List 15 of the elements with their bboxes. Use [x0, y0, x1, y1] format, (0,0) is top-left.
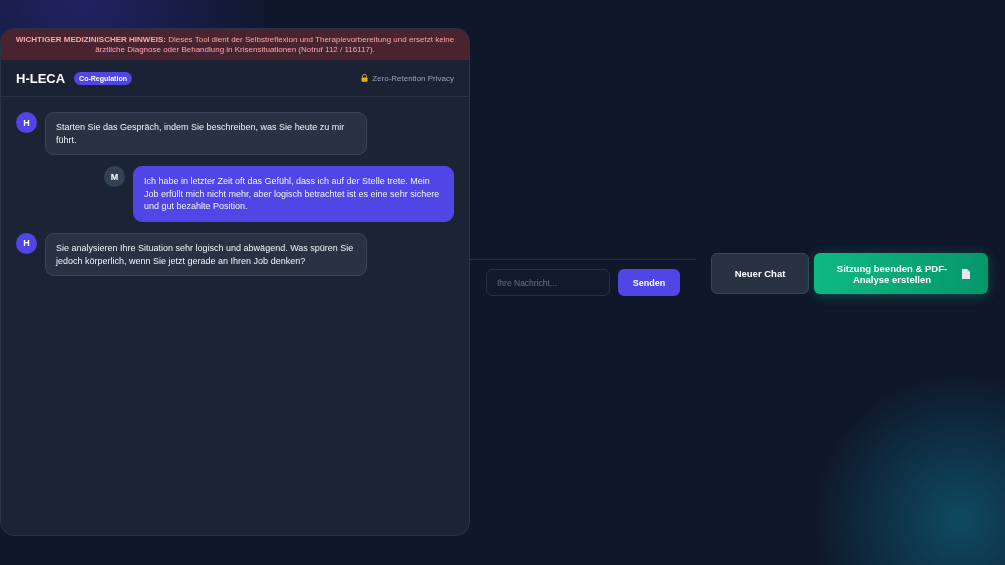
message-bubble: Sie analysieren Ihre Situation sehr logisch und abwägend. Was spüren Sie jedoch körperlich, wenn Sie jetzt gerade an Ihren Job denken?: [45, 232, 367, 277]
message-input[interactable]: Ihre Nachricht...: [486, 269, 610, 296]
new-chat-button[interactable]: Neuer Chat: [711, 253, 809, 294]
avatar: H: [16, 232, 37, 254]
lock-icon: [361, 74, 369, 82]
message-bubble: Ich habe in letzter Zeit oft das Gefühl, dass ich auf der Stelle trete. Mein Job erfüllt mich nicht mehr, aber logisch betrachtet ist es eine sehr sichere und gut bezahlte Position.: [133, 166, 454, 222]
privacy-label: Zero-Retention Privacy: [372, 73, 454, 83]
message-bubble: Starten Sie das Gespräch, indem Sie beschreiben, was Sie heute zu mir führt.: [45, 112, 367, 156]
app-title: H-LECA: [16, 70, 66, 86]
avatar: H: [16, 112, 37, 133]
document-icon: [962, 268, 970, 279]
medical-disclaimer: WICHTIGER MEDIZINISCHER HINWEIS: Dieses Tool dient der Selbstreflexion und Therapievorbereitung und ersetzt keine ärztliche Diagnose oder Behandlung in Krisensituationen (Notruf 112 / 116117).: [1, 29, 469, 60]
end-session-button[interactable]: Sitzung beenden & PDF-Analyse erstellen: [814, 253, 988, 294]
avatar: M: [104, 166, 125, 188]
send-button[interactable]: Senden: [618, 269, 680, 296]
